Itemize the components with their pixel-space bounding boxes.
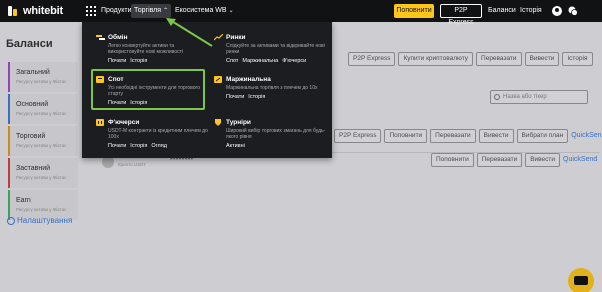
support-chat-icon[interactable] bbox=[568, 6, 578, 16]
menu-item-title: Турніри bbox=[226, 118, 251, 126]
nav-products[interactable]: Продукти bbox=[98, 4, 135, 18]
menu-item-futures[interactable]: Ф'ючерси USDT-M контракти із кредитним п… bbox=[96, 117, 211, 149]
futures-icon bbox=[96, 118, 104, 126]
menu-item-desc: Широкий вибір торгових змагань для будь-… bbox=[226, 128, 326, 140]
menu-link-margin[interactable]: Маржинальна bbox=[242, 58, 278, 64]
whitebit-logo[interactable]: whitebit bbox=[8, 5, 63, 17]
menu-link-start[interactable]: Почати bbox=[108, 58, 126, 64]
chart-icon bbox=[214, 33, 223, 40]
user-icon[interactable] bbox=[552, 6, 562, 16]
menu-link-history[interactable]: Історія bbox=[248, 94, 265, 100]
topup-button[interactable]: Поповнити bbox=[394, 4, 434, 18]
menu-item-title: Ринки bbox=[226, 33, 246, 41]
p2p-express-button[interactable]: P2P Express bbox=[440, 4, 482, 26]
apps-grid-icon[interactable] bbox=[86, 6, 96, 16]
top-nav: whitebit Продукти Торгівля ⌃ Екосистема W… bbox=[0, 0, 602, 26]
nav-ecosystem-label: Екосистема WB bbox=[175, 7, 227, 14]
logo-icon bbox=[8, 6, 20, 16]
menu-item-desc: Маржинальна торгівля з плечем до 10x bbox=[226, 85, 318, 91]
menu-link-history[interactable]: Історія bbox=[130, 58, 147, 64]
menu-item-title: Ф'ючерси bbox=[108, 118, 140, 126]
menu-item-title: Маржинальна bbox=[226, 75, 271, 83]
chevron-down-icon: ⌄ bbox=[228, 8, 234, 14]
menu-link-history[interactable]: Історія bbox=[130, 143, 147, 149]
menu-link-start[interactable]: Почати bbox=[226, 94, 244, 100]
trophy-icon bbox=[215, 118, 221, 126]
menu-item-desc: Слідкуйте за активами та відкривайте нов… bbox=[226, 43, 325, 55]
menu-link-overview[interactable]: Огляд bbox=[151, 143, 167, 149]
margin-icon bbox=[214, 75, 222, 83]
menu-item-desc: USDT-M контракти із кредитним плечем до … bbox=[108, 128, 208, 140]
exchange-icon bbox=[96, 34, 105, 40]
spot-highlight-box bbox=[91, 69, 205, 110]
menu-link-spot[interactable]: Спот bbox=[226, 58, 238, 64]
menu-link-futures[interactable]: Ф'ючерси bbox=[282, 58, 306, 64]
chevron-up-icon: ⌃ bbox=[163, 8, 169, 14]
menu-item-markets[interactable]: Ринки Слідкуйте за активами та відкривай… bbox=[214, 32, 329, 64]
nav-ecosystem[interactable]: Екосистема WB ⌄ bbox=[172, 4, 237, 18]
nav-balances[interactable]: Баланси bbox=[488, 4, 516, 18]
menu-item-title: Обмін bbox=[108, 33, 128, 41]
menu-link-active[interactable]: Активні bbox=[226, 143, 245, 149]
menu-item-desc: Легко конвертуйте активи та використовуй… bbox=[108, 43, 184, 55]
nav-trading[interactable]: Торгівля ⌃ bbox=[131, 4, 172, 18]
menu-item-margin[interactable]: Маржинальна Маржинальна торгівля з плече… bbox=[214, 74, 329, 100]
logo-text: whitebit bbox=[23, 5, 63, 17]
menu-link-start[interactable]: Почати bbox=[108, 143, 126, 149]
menu-item-tournaments[interactable]: Турніри Широкий вибір торгових змагань д… bbox=[214, 117, 329, 149]
nav-trading-label: Торгівля bbox=[134, 7, 162, 14]
menu-item-exchange[interactable]: Обмін Легко конвертуйте активи та викори… bbox=[96, 32, 211, 64]
nav-history[interactable]: Історія bbox=[520, 4, 542, 18]
